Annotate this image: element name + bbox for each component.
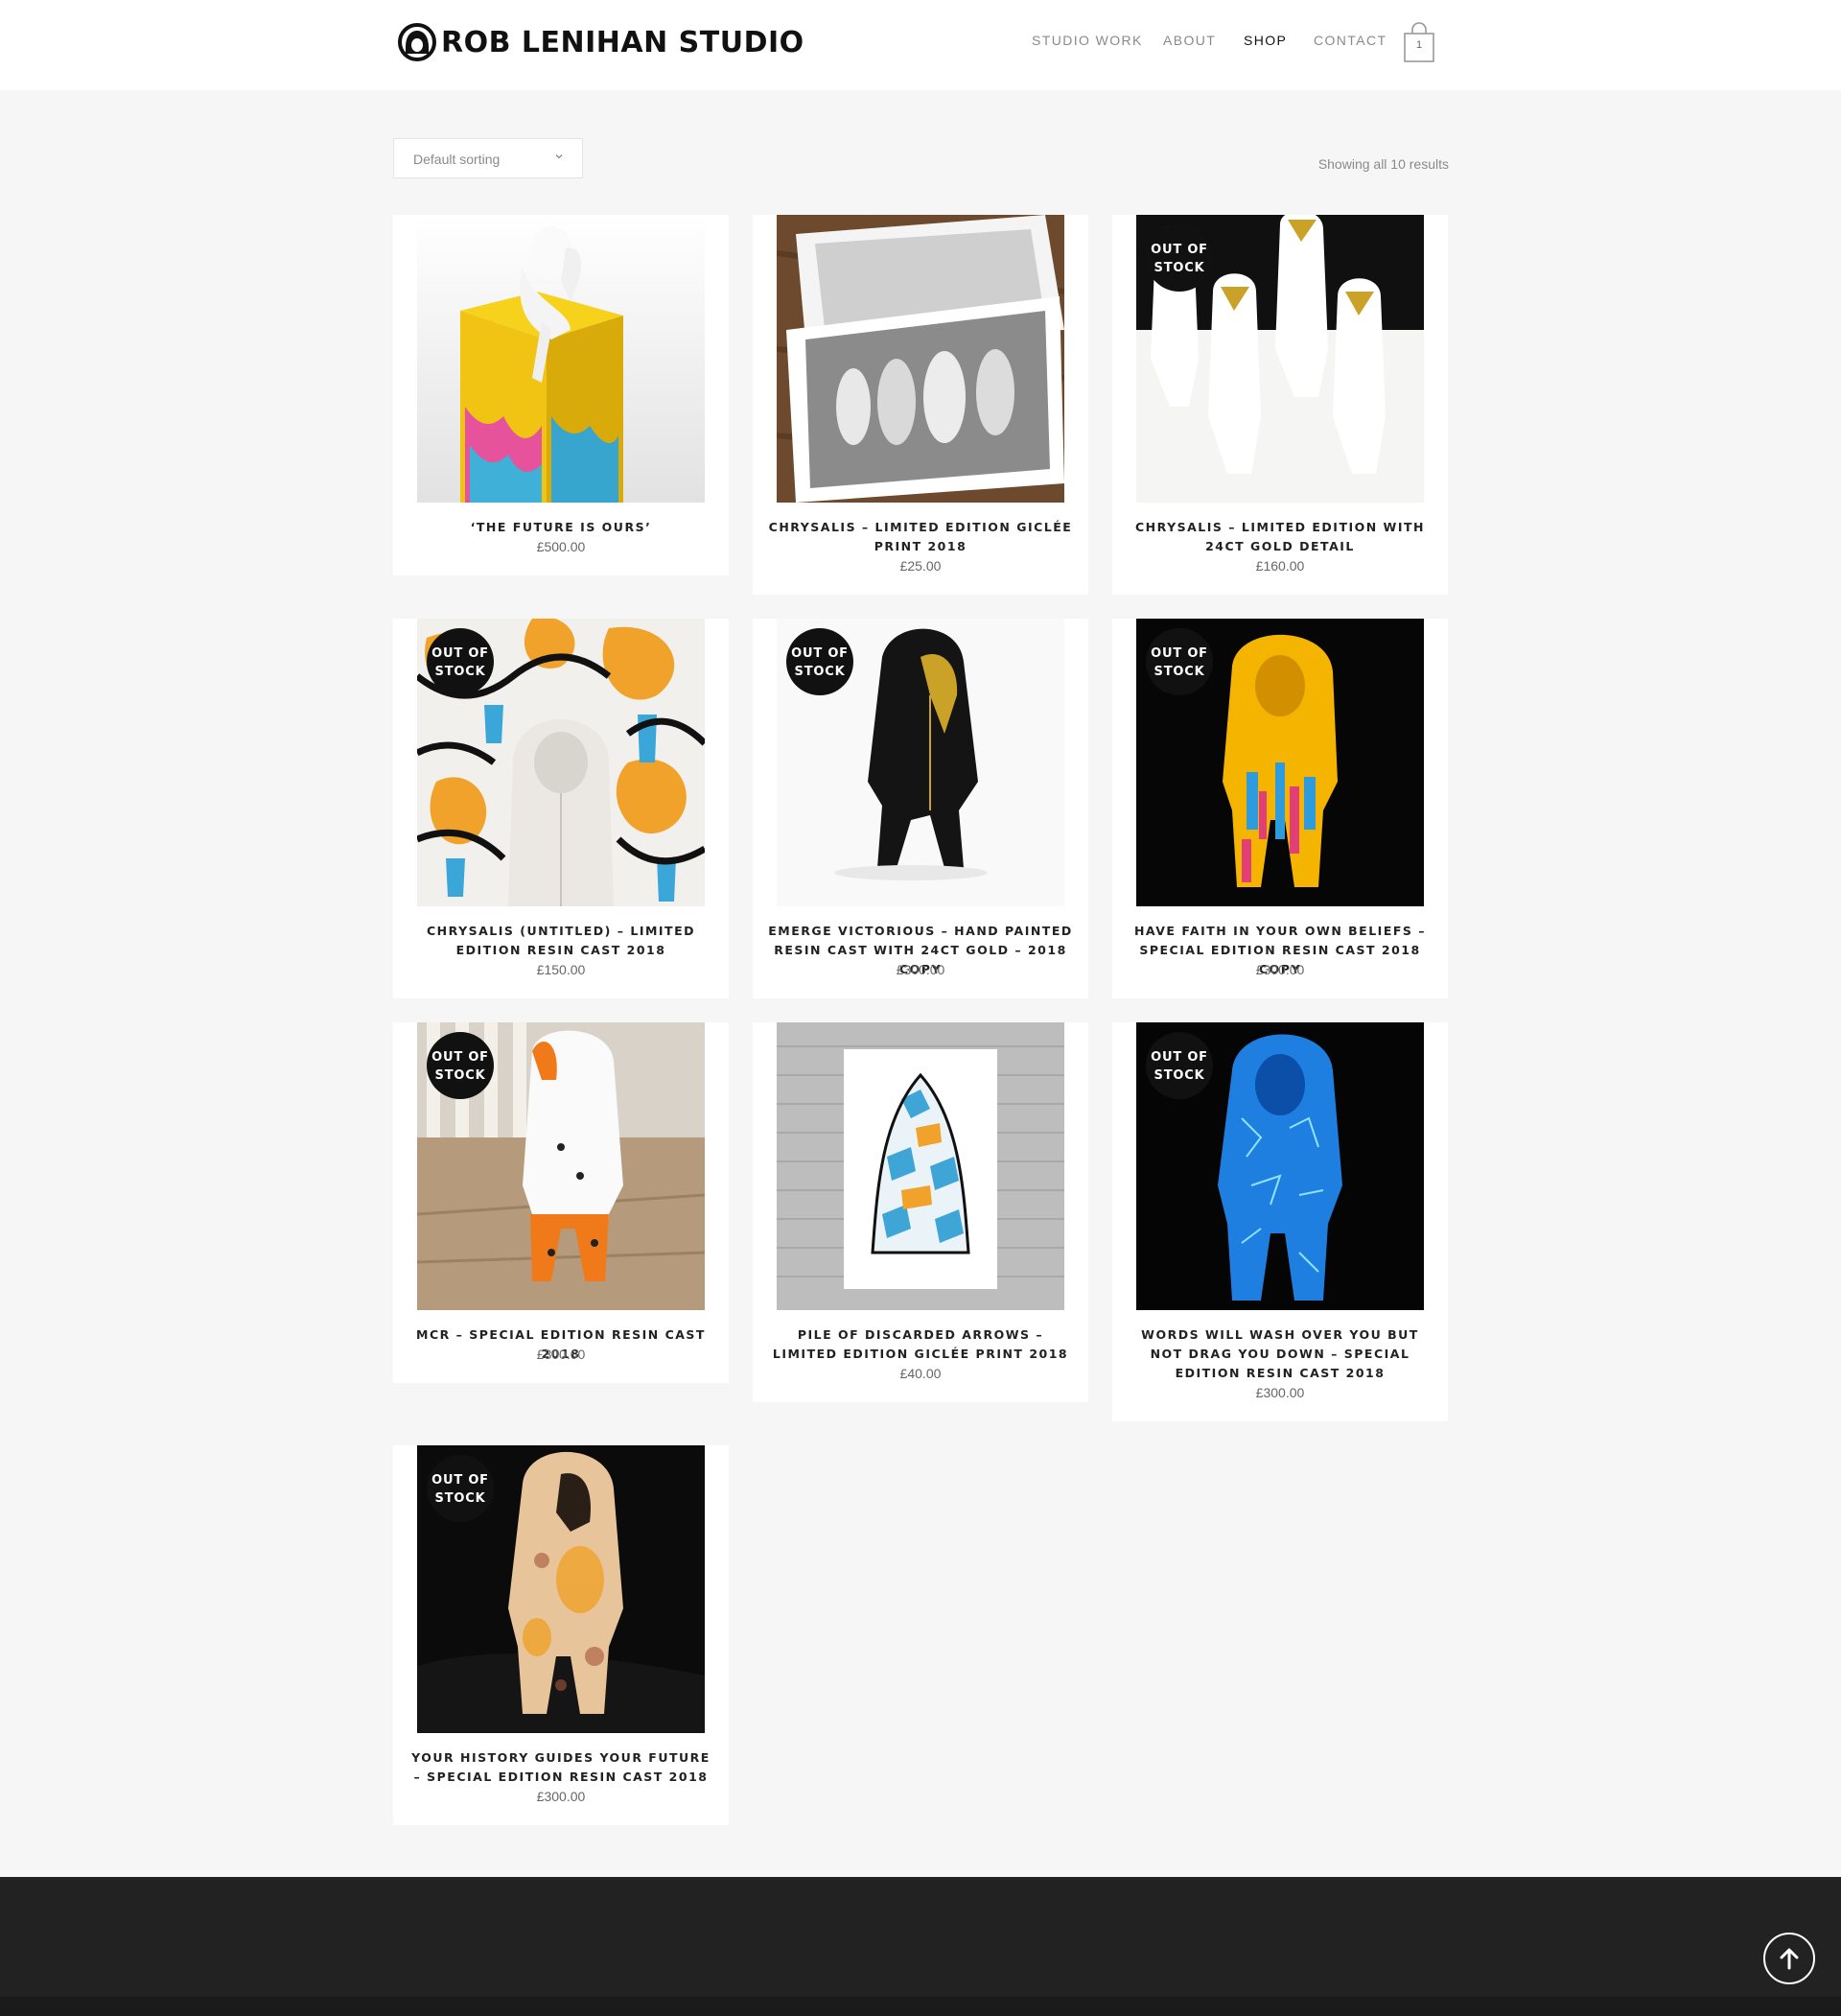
product-card[interactable]: ‘The Future is Ours’ £500.00 xyxy=(393,215,729,575)
product-title[interactable]: ‘The Future is Ours’ xyxy=(408,518,713,537)
product-image[interactable]: OUT OF STOCK xyxy=(777,619,1064,906)
product-image-future-is-ours xyxy=(417,215,705,503)
product-card[interactable]: Chrysalis – Limited Edition Giclée Print… xyxy=(753,215,1088,595)
nav-about[interactable]: ABOUT xyxy=(1163,33,1216,48)
product-title[interactable]: Chrysalis – Limited Edition with 24ct Go… xyxy=(1128,518,1433,556)
product-card[interactable]: OUT OF STOCK Have Faith in Your Own Belie… xyxy=(1112,619,1448,998)
hooded-figure-logo-icon xyxy=(398,23,436,61)
nav-shop[interactable]: SHOP xyxy=(1244,33,1287,48)
product-price: £300.00 xyxy=(536,1789,586,1804)
back-to-top-button[interactable] xyxy=(1762,1932,1816,1985)
sort-selected-value: Default sorting xyxy=(413,152,501,167)
product-title[interactable]: Pile of Discarded Arrows – Limited Editi… xyxy=(768,1325,1073,1364)
product-card[interactable]: OUT OF STOCK Chrysalis – Limited Edition … xyxy=(1112,215,1448,595)
site-logo[interactable]: ROB LENIHAN STUDIO xyxy=(397,21,804,63)
nav-contact[interactable]: CONTACT xyxy=(1314,33,1387,48)
product-price: £300.00 xyxy=(536,1347,586,1362)
chevron-down-icon xyxy=(555,154,563,159)
product-title[interactable]: Chrysalis (Untitled) – Limited Edition R… xyxy=(408,922,713,960)
out-of-stock-badge: OUT OF STOCK xyxy=(1146,1032,1213,1099)
out-of-stock-badge: OUT OF STOCK xyxy=(1146,628,1213,695)
product-image[interactable] xyxy=(777,215,1064,503)
footer-bottom-bar xyxy=(0,1997,1841,2016)
product-price: £40.00 xyxy=(899,1366,942,1381)
logo-text: ROB LENIHAN STUDIO xyxy=(441,25,804,59)
product-price: £300.00 xyxy=(896,962,945,977)
product-card[interactable]: OUT OF STOCK Chrysalis (Untitled) – Limit… xyxy=(393,619,729,998)
out-of-stock-badge: OUT OF STOCK xyxy=(1146,224,1213,292)
cart-count: 1 xyxy=(1415,39,1423,51)
product-price: £160.00 xyxy=(1255,558,1305,574)
out-of-stock-badge: OUT OF STOCK xyxy=(786,628,853,695)
product-title[interactable]: Your History Guides Your Future – Specia… xyxy=(408,1748,713,1787)
sort-select[interactable]: Default sorting xyxy=(393,138,583,178)
product-card[interactable]: OUT OF STOCK Emerge Victorious – Hand Pai… xyxy=(753,619,1088,998)
product-card[interactable]: Pile of Discarded Arrows – Limited Editi… xyxy=(753,1022,1088,1402)
site-footer xyxy=(0,1877,1841,2016)
product-image[interactable]: OUT OF STOCK xyxy=(1136,619,1424,906)
product-image[interactable]: OUT OF STOCK xyxy=(417,619,705,906)
cart-button[interactable]: 1 xyxy=(1402,21,1436,63)
product-card[interactable]: OUT OF STOCK Your History Guides Your Fut… xyxy=(393,1445,729,1825)
product-title[interactable]: Chrysalis – Limited Edition Giclée Print… xyxy=(768,518,1073,556)
product-image[interactable]: OUT OF STOCK xyxy=(1136,1022,1424,1310)
product-image-pile-of-discarded-arrows xyxy=(777,1022,1064,1310)
product-title[interactable]: Words Will Wash Over You But Not Drag Yo… xyxy=(1128,1325,1433,1383)
out-of-stock-badge: OUT OF STOCK xyxy=(427,1455,494,1522)
product-image[interactable]: OUT OF STOCK xyxy=(1136,215,1424,503)
product-price: £500.00 xyxy=(536,539,586,554)
product-image[interactable] xyxy=(417,215,705,503)
product-card[interactable]: OUT OF STOCK MCR – Special Edition Resin … xyxy=(393,1022,729,1383)
product-card[interactable]: OUT OF STOCK Words Will Wash Over You But… xyxy=(1112,1022,1448,1421)
product-price: £300.00 xyxy=(1255,1385,1305,1400)
product-price: £25.00 xyxy=(899,558,942,574)
product-image-chrysalis-print xyxy=(777,215,1064,503)
product-image[interactable]: OUT OF STOCK xyxy=(417,1022,705,1310)
out-of-stock-badge: OUT OF STOCK xyxy=(427,1032,494,1099)
out-of-stock-badge: OUT OF STOCK xyxy=(427,628,494,695)
product-image[interactable]: OUT OF STOCK xyxy=(417,1445,705,1733)
result-count: Showing all 10 results xyxy=(1317,156,1449,172)
product-price: £150.00 xyxy=(536,962,586,977)
product-price: £300.00 xyxy=(1255,962,1305,977)
arrow-up-icon xyxy=(1763,1933,1815,1984)
nav-studio-work[interactable]: STUDIO WORK xyxy=(1032,33,1143,48)
product-image[interactable] xyxy=(777,1022,1064,1310)
site-header: ROB LENIHAN STUDIO STUDIO WORK ABOUT SHO… xyxy=(0,0,1841,90)
